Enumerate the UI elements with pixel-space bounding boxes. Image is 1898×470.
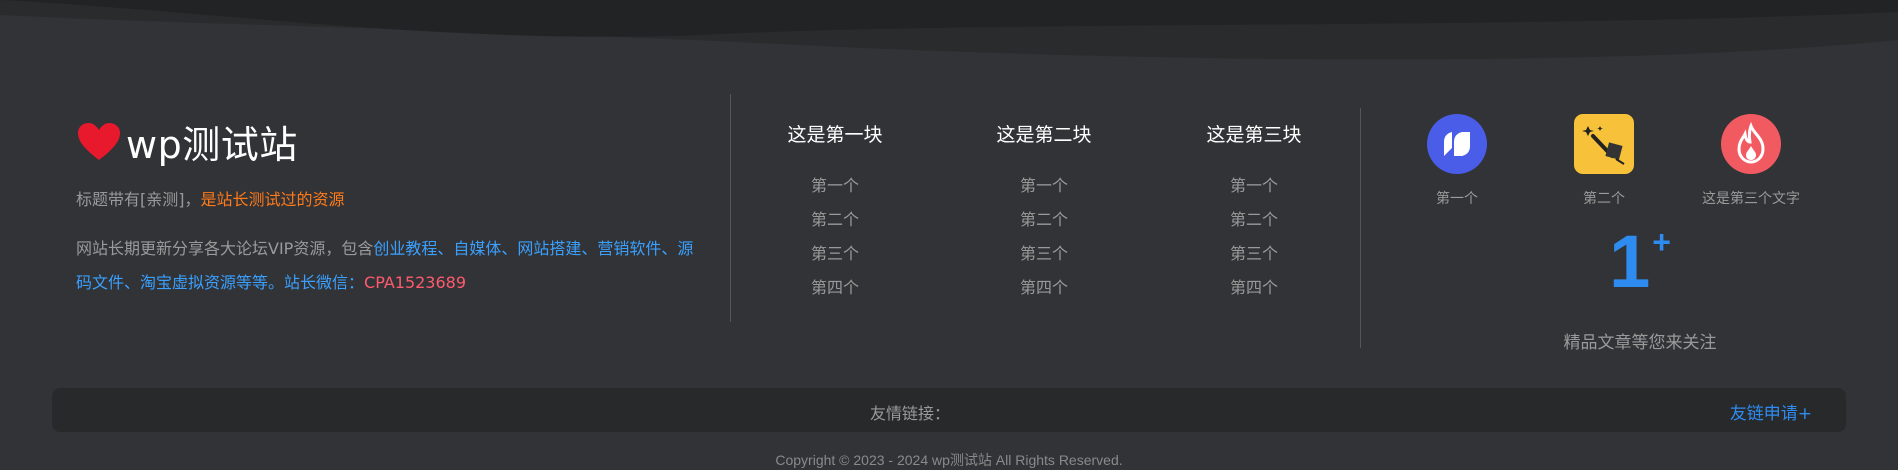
menu-title: 这是第三块 [1206, 124, 1302, 146]
menu-title: 这是第二块 [996, 124, 1092, 146]
tagline-text: 标题带有[亲测]， [76, 190, 201, 209]
menu-item[interactable]: 第四个 [1174, 271, 1334, 305]
menu-item[interactable]: 第一个 [1174, 169, 1334, 203]
counter-number: 1 [1609, 220, 1651, 303]
app-link-3[interactable]: 这是第三个文字 [1681, 114, 1821, 208]
magic-wand-icon [1574, 114, 1634, 174]
menu-item[interactable]: 第三个 [964, 237, 1124, 271]
menu-item[interactable]: 第二个 [1174, 203, 1334, 237]
counter-suffix: + [1652, 224, 1671, 260]
site-name: wp测试站 [126, 123, 298, 167]
counter-label: 精品文章等您来关注 [1563, 333, 1717, 353]
copyright-text: Copyright © 2023 - 2024 wp测试站 All Rights… [775, 452, 1123, 468]
app-link-2[interactable]: 第二个 [1534, 114, 1674, 208]
menu-item[interactable]: 第三个 [755, 237, 915, 271]
wechat-id: CPA1523689 [364, 273, 467, 292]
menu-item[interactable]: 第二个 [964, 203, 1124, 237]
app-label: 第一个 [1436, 191, 1478, 207]
menu-item[interactable]: 第一个 [755, 169, 915, 203]
description-text: 网站长期更新分享各大论坛VIP资源，包含 [76, 239, 374, 258]
menu-column-3: 这是第三块 第一个 第二个 第三个 第四个 [1174, 120, 1334, 305]
app-link-1[interactable]: 第一个 [1387, 114, 1527, 208]
site-logo[interactable]: wp测试站 [76, 114, 298, 169]
menu-column-1: 这是第一块 第一个 第二个 第三个 第四个 [755, 120, 915, 305]
heart-icon [78, 122, 120, 160]
tagline-highlight: 是站长测试过的资源 [200, 190, 345, 209]
article-counter: 1+ [1540, 222, 1740, 302]
blue-app-icon [1427, 114, 1487, 174]
site-description: 网站长期更新分享各大论坛VIP资源，包含创业教程、自媒体、网站搭建、营销软件、源… [76, 232, 706, 300]
app-label: 这是第三个文字 [1702, 191, 1800, 207]
app-label: 第二个 [1583, 191, 1625, 207]
friend-links-bar: 友情链接： 友链申请+ [52, 388, 1846, 432]
divider-left [730, 94, 731, 322]
menu-title: 这是第一块 [787, 124, 883, 146]
apply-link-button[interactable]: 友链申请+ [1730, 399, 1812, 424]
site-tagline: 标题带有[亲测]，是站长测试过的资源 [76, 186, 345, 210]
menu-item[interactable]: 第三个 [1174, 237, 1334, 271]
menu-item[interactable]: 第二个 [755, 203, 915, 237]
menu-item[interactable]: 第四个 [964, 271, 1124, 305]
footer: wp测试站 标题带有[亲测]，是站长测试过的资源 网站长期更新分享各大论坛VIP… [0, 0, 1898, 468]
flame-icon [1721, 114, 1781, 174]
friend-links-label: 友情链接： [870, 404, 951, 423]
menu-column-2: 这是第二块 第一个 第二个 第三个 第四个 [964, 120, 1124, 305]
divider-right [1360, 108, 1361, 348]
menu-item[interactable]: 第四个 [755, 271, 915, 305]
menu-item[interactable]: 第一个 [964, 169, 1124, 203]
